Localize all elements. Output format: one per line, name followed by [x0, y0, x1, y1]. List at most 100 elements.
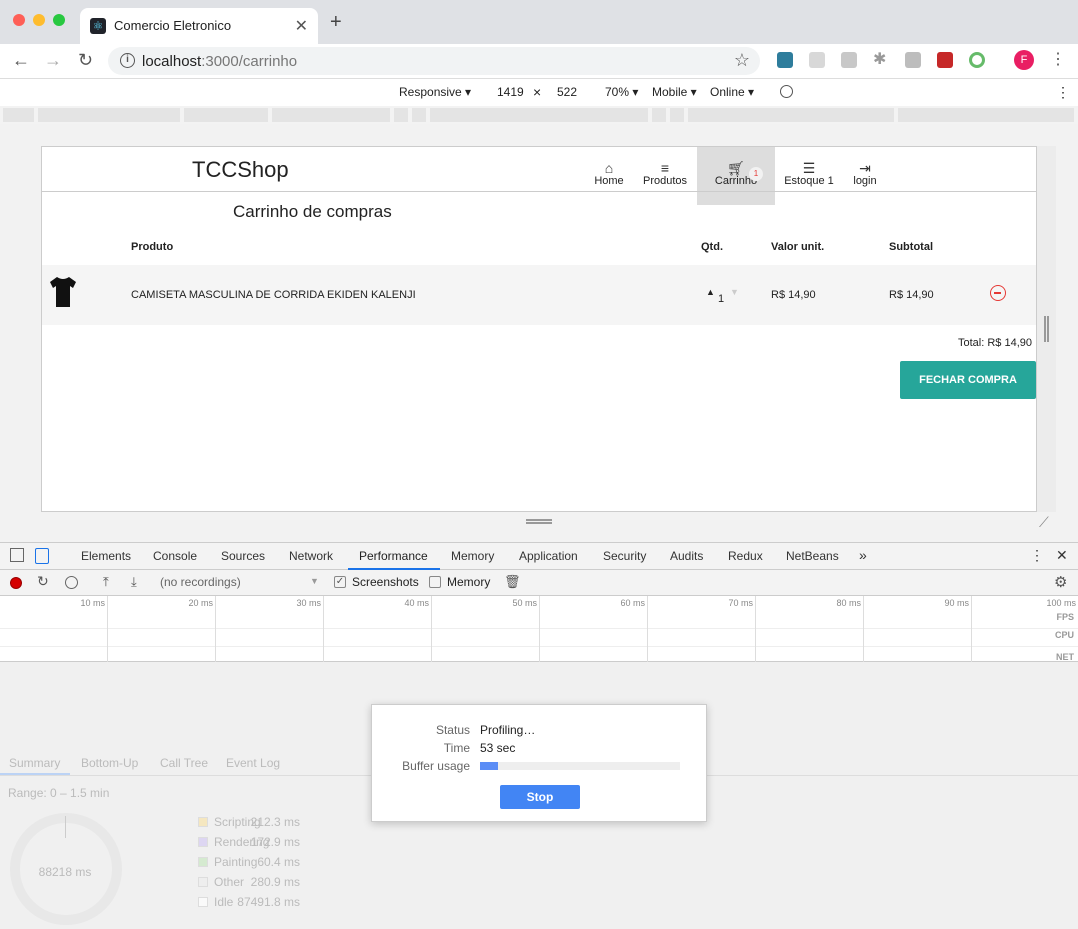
ruler-segment[interactable] [430, 108, 648, 122]
screenshots-checkbox[interactable]: ✓ [334, 576, 346, 588]
ruler-segment[interactable] [412, 108, 426, 122]
checkout-button[interactable]: FECHAR COMPRA [900, 361, 1036, 399]
tab-event-log[interactable]: Event Log [226, 756, 280, 770]
ruler-segment[interactable] [38, 108, 180, 122]
tab-netbeans[interactable]: NetBeans [786, 549, 839, 563]
legend-scripting: 212.3 ms Scripting [100, 815, 300, 831]
resize-width-handle[interactable] [1044, 316, 1049, 342]
close-window-button[interactable] [13, 14, 25, 26]
extension-6-icon[interactable] [937, 52, 953, 68]
nav-carrinho[interactable]: 🛒︎ Carrinho 1 [697, 147, 775, 205]
tab-title: Comercio Eletronico [114, 18, 232, 33]
resize-height-handle[interactable] [526, 519, 552, 524]
ruler-segment[interactable] [184, 108, 268, 122]
extension-4-icon[interactable]: ✱ [873, 52, 889, 68]
ruler-segment[interactable] [898, 108, 1074, 122]
address-bar[interactable]: i localhost:3000/carrinho ☆ [108, 47, 760, 75]
tab-memory[interactable]: Memory [451, 549, 494, 563]
ruler-segment[interactable] [272, 108, 390, 122]
tab-bottom-up[interactable]: Bottom-Up [81, 756, 138, 770]
legend-other: 280.9 ms Other [100, 875, 300, 891]
header-divider [42, 191, 1036, 192]
reload-icon[interactable]: ↻ [78, 50, 93, 70]
ruler-segment[interactable] [3, 108, 34, 122]
browser-tab[interactable]: ⚛ Comercio Eletronico ✕ [80, 8, 318, 44]
remove-item-icon[interactable] [990, 285, 1006, 301]
device-type-dropdown[interactable]: Mobile ▾ [652, 85, 697, 99]
nav-login[interactable]: ⇥ login [840, 147, 890, 205]
screenshots-label: Screenshots [352, 575, 419, 589]
devtools-menu-icon[interactable]: ⋮ [1030, 547, 1044, 564]
load-profile-icon[interactable]: ⤒ [103, 574, 109, 590]
extension-7-icon[interactable] [969, 52, 985, 68]
device-toolbar-menu-icon[interactable]: ⋮ [1056, 84, 1070, 101]
site-info-icon[interactable]: i [120, 53, 135, 68]
resize-corner-icon[interactable]: ⟋ [1039, 514, 1049, 531]
settings-gear-icon[interactable]: ⚙ [1054, 573, 1067, 591]
close-tab-icon[interactable]: ✕ [295, 16, 308, 36]
back-arrow-icon[interactable]: ← [12, 50, 30, 70]
tick-label: 50 ms [512, 598, 537, 608]
browser-menu-icon[interactable]: ⋮ [1050, 49, 1066, 69]
tab-audits[interactable]: Audits [670, 549, 703, 563]
more-tabs-button[interactable]: » [859, 547, 867, 563]
tab-call-tree[interactable]: Call Tree [160, 756, 208, 770]
responsive-dropdown[interactable]: Responsive ▾ [399, 85, 471, 99]
clear-icon[interactable] [65, 576, 78, 589]
tab-summary[interactable]: Summary [9, 756, 60, 770]
inspect-element-icon[interactable] [10, 548, 24, 562]
tab-console[interactable]: Console [153, 549, 197, 563]
device-toggle-icon[interactable] [35, 548, 49, 564]
tab-security[interactable]: Security [603, 549, 646, 563]
qty-decrement-icon[interactable]: ▼ [730, 287, 739, 297]
extension-5-icon[interactable] [905, 52, 921, 68]
network-throttle-dropdown[interactable]: Online ▾ [710, 85, 754, 99]
forward-arrow-icon[interactable]: → [44, 50, 62, 70]
qty-value[interactable]: 1 [718, 293, 724, 305]
timeline-tick [647, 596, 648, 662]
tab-elements[interactable]: Elements [81, 549, 131, 563]
ruler-segment[interactable] [688, 108, 894, 122]
stop-button[interactable]: Stop [500, 785, 580, 809]
garbage-collect-icon[interactable]: 🗑︎ [504, 574, 521, 590]
site-logo[interactable]: TCCShop [192, 157, 289, 183]
viewport-height-input[interactable]: 522 [557, 85, 577, 99]
extension-2-icon[interactable] [809, 52, 825, 68]
ruler-segment[interactable] [394, 108, 408, 122]
nav-label: login [853, 175, 877, 187]
recordings-select[interactable]: (no recordings) ▼ [160, 575, 320, 589]
zoom-dropdown[interactable]: 70% ▾ [605, 85, 638, 99]
viewport-width-input[interactable]: 1419 [497, 85, 524, 99]
ruler-segment[interactable] [670, 108, 684, 122]
ruler-segment[interactable] [652, 108, 666, 122]
tab-redux[interactable]: Redux [728, 549, 763, 563]
tab-performance[interactable]: Performance [359, 549, 428, 563]
qty-increment-icon[interactable]: ▲ [706, 287, 715, 297]
subtotal: R$ 14,90 [889, 289, 934, 301]
reload-record-icon[interactable]: ↻ [37, 573, 49, 590]
memory-checkbox[interactable] [429, 576, 441, 588]
close-devtools-icon[interactable]: ✕ [1056, 547, 1068, 564]
tab-network[interactable]: Network [289, 549, 333, 563]
pie-total: 88218 ms [38, 865, 92, 879]
nav-produtos[interactable]: ≡ Produtos [630, 147, 700, 205]
profile-avatar[interactable]: F [1014, 50, 1034, 70]
other-swatch [198, 877, 208, 887]
nav-estoque[interactable]: ☰ Estoque 1 [775, 147, 843, 205]
unit-price: R$ 14,90 [771, 289, 816, 301]
rotate-icon[interactable] [780, 85, 793, 98]
url-text[interactable]: localhost:3000/carrinho [142, 53, 297, 70]
react-favicon-icon: ⚛ [90, 18, 106, 34]
minimize-window-button[interactable] [33, 14, 45, 26]
save-profile-icon[interactable]: ⤓ [131, 574, 137, 590]
extension-1-icon[interactable] [777, 52, 793, 68]
record-button[interactable] [10, 577, 22, 589]
bookmark-star-icon[interactable]: ☆ [734, 50, 750, 71]
product-thumbnail[interactable] [48, 275, 78, 309]
tab-application[interactable]: Application [519, 549, 578, 563]
new-tab-button[interactable]: + [330, 12, 342, 32]
tab-sources[interactable]: Sources [221, 549, 265, 563]
extension-3-icon[interactable] [841, 52, 857, 68]
timeline-overview[interactable]: 10 ms 20 ms 30 ms 40 ms 50 ms 60 ms 70 m… [0, 596, 1078, 662]
maximize-window-button[interactable] [53, 14, 65, 26]
